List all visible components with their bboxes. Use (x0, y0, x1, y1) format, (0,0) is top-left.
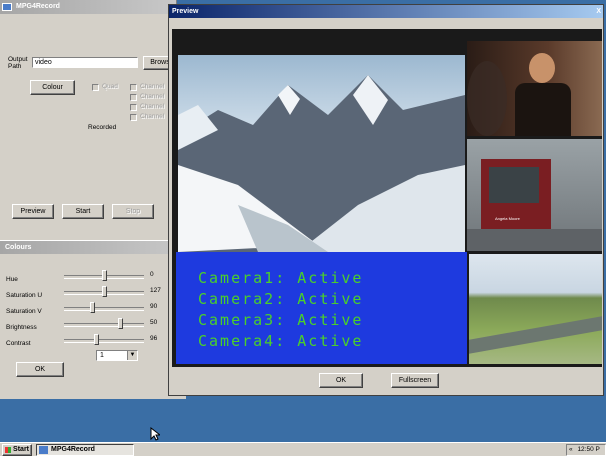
video-area: Angela Moore Camera1: Active Camera2: Ac… (172, 29, 602, 367)
main-window: MPG4Record Output Path video Brows Colou… (0, 0, 177, 240)
taskbar: Start MPG4Record « 12:50 P (0, 442, 606, 456)
windows-logo-icon (5, 447, 11, 453)
main-titlebar[interactable]: MPG4Record (0, 0, 176, 14)
colour-button[interactable]: Colour (30, 80, 75, 95)
camera-status-panel: Camera1: Active Camera2: Active Camera3:… (176, 252, 467, 364)
stop-button[interactable]: Stop (112, 204, 154, 219)
slider-track (64, 323, 144, 327)
camera-status-line-1: Camera1: Active (198, 269, 364, 287)
close-icon[interactable]: X (596, 5, 601, 18)
slider-label: Contrast (6, 340, 31, 347)
slider-value: 127 (150, 287, 161, 294)
preview-button[interactable]: Preview (12, 204, 54, 219)
slider-value: 96 (150, 335, 158, 342)
quad-checkbox[interactable] (92, 84, 99, 91)
slider-thumb[interactable] (90, 302, 95, 313)
slider-label: Saturation U (6, 292, 43, 299)
mountain-scene (178, 75, 465, 252)
taskbar-task-mpg4record[interactable]: MPG4Record (36, 444, 134, 456)
channel-3-label: Channel (140, 103, 165, 110)
camera-4-feed (469, 254, 602, 364)
slider-thumb[interactable] (118, 318, 123, 329)
channel-2-checkbox[interactable] (130, 94, 137, 101)
slider-label: Saturation V (6, 308, 42, 315)
tray-expand-icon[interactable]: « (569, 446, 573, 453)
camera-status-line-2: Camera2: Active (198, 290, 364, 308)
camera-status-line-3: Camera3: Active (198, 311, 364, 329)
slider-label: Brightness (6, 324, 37, 331)
camera-1-feed (178, 55, 465, 252)
channel-dropdown-value: 1 (100, 352, 104, 359)
colours-title: Colours (5, 244, 32, 251)
channel-4-label: Channel (140, 113, 165, 120)
channel-1-label: Channel (140, 83, 165, 90)
start-button[interactable]: Start (62, 204, 104, 219)
output-path-label: Output Path (8, 56, 28, 70)
channel-1-checkbox[interactable] (130, 84, 137, 91)
camera-status-line-4: Camera4: Active (198, 332, 364, 350)
camera-2-feed (467, 41, 602, 136)
camera-3-feed: Angela Moore (467, 139, 602, 251)
slider-value: 0 (150, 271, 154, 278)
slider-label: Hue (6, 276, 18, 283)
start-label: Start (13, 446, 29, 453)
preview-ok-button[interactable]: OK (319, 373, 363, 388)
app-icon (2, 3, 12, 11)
slider-thumb[interactable] (102, 286, 107, 297)
slider-track (64, 339, 144, 343)
main-title: MPG4Record (16, 3, 60, 10)
recorded-label: Recorded (88, 124, 117, 131)
slider-thumb[interactable] (102, 270, 107, 281)
chevron-down-icon[interactable]: ▼ (127, 351, 137, 360)
channel-4-checkbox[interactable] (130, 114, 137, 121)
channel-2-label: Channel (140, 93, 165, 100)
fullscreen-button[interactable]: Fullscreen (391, 373, 439, 388)
slider-value: 90 (150, 303, 158, 310)
channel-3-checkbox[interactable] (130, 104, 137, 111)
quad-label: Quad (102, 83, 118, 90)
preview-window: Preview X Angela Moore Camera1: Active C… (168, 4, 604, 396)
output-path-input[interactable]: video (32, 57, 138, 68)
colours-window: Colours Hue 0 Saturation U 127 Saturation V 9… (0, 240, 186, 399)
slider-thumb[interactable] (94, 334, 99, 345)
mouse-cursor-icon (150, 427, 160, 441)
colours-titlebar[interactable]: Colours (0, 241, 186, 254)
start-menu-button[interactable]: Start (2, 444, 32, 456)
preview-title: Preview (172, 8, 199, 15)
clock: 12:50 P (577, 446, 600, 453)
app-icon (39, 446, 48, 454)
system-tray: « 12:50 P (566, 444, 606, 456)
inset-caption: Angela Moore (495, 216, 520, 221)
slider-value: 50 (150, 319, 158, 326)
channel-dropdown[interactable]: 1 ▼ (96, 350, 138, 361)
preview-titlebar[interactable]: Preview X (169, 5, 603, 18)
task-label: MPG4Record (51, 446, 95, 453)
slider-track (64, 307, 144, 311)
colours-ok-button[interactable]: OK (16, 362, 64, 377)
